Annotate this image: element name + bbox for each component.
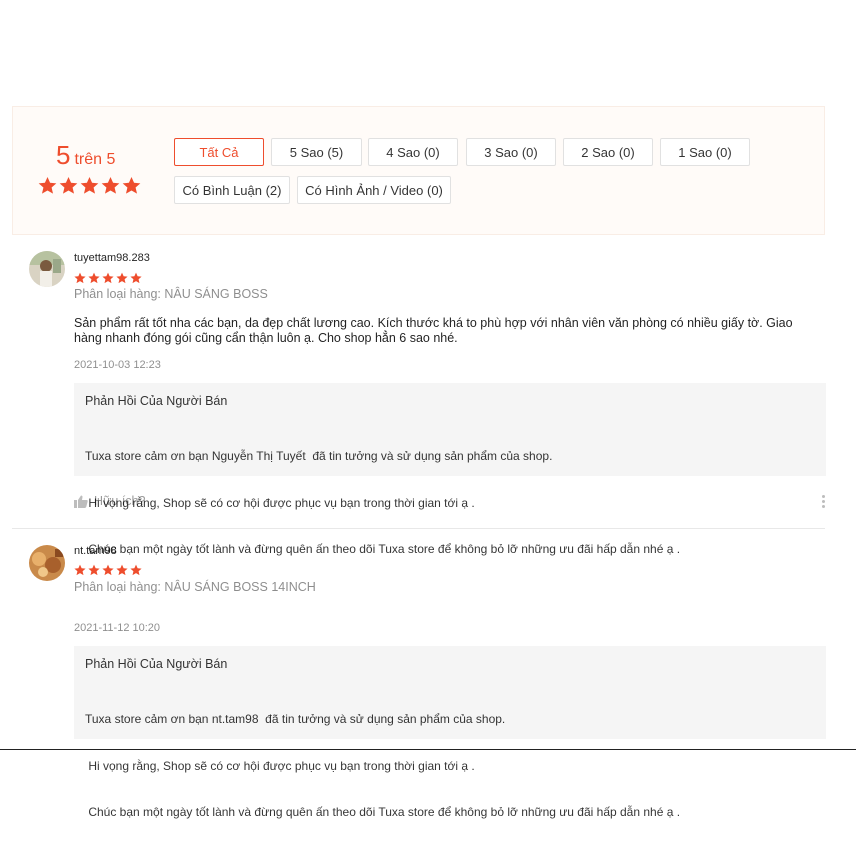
filter-3-star-button[interactable]: 3 Sao (0) [466, 138, 556, 166]
seller-reply-line: Hi vọng rằng, Shop sẽ có cơ hội được phụ… [85, 495, 475, 510]
seller-reply-line: Tuxa store cảm ơn bạn Nguyễn Thị Tuyết đ… [85, 449, 553, 463]
star-icon [101, 176, 120, 194]
star-icon [130, 272, 142, 284]
filter-4-star-button[interactable]: 4 Sao (0) [368, 138, 458, 166]
filter-1-star-button[interactable]: 1 Sao (0) [660, 138, 750, 166]
star-icon [102, 272, 114, 284]
filter-all-button[interactable]: Tất Cả [174, 138, 264, 166]
filter-2-star-button[interactable]: 2 Sao (0) [563, 138, 653, 166]
star-icon [122, 176, 141, 194]
review-content-line: hàng nhanh đóng gói cũng cẩn thận luôn ạ… [74, 331, 458, 345]
star-icon [88, 272, 100, 284]
seller-reply: Phản Hồi Của Người Bán Tuxa store cảm ơn… [74, 383, 826, 556]
seller-reply-title: Phản Hồi Của Người Bán [85, 394, 228, 408]
reviewer-username[interactable]: nt.tam98 [74, 545, 117, 557]
seller-reply-line: Hi vọng rằng, Shop sẽ có cơ hội được phụ… [85, 758, 475, 773]
helpful-label: Hữu ích? [94, 494, 146, 508]
rating-score-out-of: trên 5 [74, 151, 116, 168]
seller-reply-body: Tuxa store cảm ơn bạn nt.tam98 đã tin tư… [85, 681, 680, 852]
star-icon [38, 176, 57, 194]
page-bottom-border [0, 749, 856, 750]
review-stars [74, 272, 142, 284]
seller-reply-line: Chúc bạn một ngày tốt lành và đừng quên … [85, 805, 681, 819]
avatar-image [29, 545, 65, 581]
rating-summary-stars [38, 176, 141, 195]
star-icon [74, 272, 86, 284]
filter-5-star-button[interactable]: 5 Sao (5) [271, 138, 362, 166]
thumbs-up-icon [74, 495, 88, 508]
seller-reply-line: Tuxa store cảm ơn bạn nt.tam98 đã tin tư… [85, 712, 506, 726]
rating-score-value: 5 [56, 140, 71, 170]
avatar[interactable] [29, 545, 65, 581]
review-content-line: Sản phẩm rất tốt nha các bạn, da đẹp chấ… [74, 316, 793, 330]
filter-with-comment-button[interactable]: Có Bình Luận (2) [174, 176, 290, 204]
product-ratings-section: 5 trên 5 Tất Cả 5 Sao (5) 4 Sao (0) 3 Sao… [0, 0, 856, 856]
helpful-button[interactable]: Hữu ích? [74, 494, 145, 508]
star-icon [130, 564, 142, 576]
avatar-image [29, 251, 65, 287]
rating-score: 5 trên 5 [56, 140, 115, 171]
review-stars [74, 564, 142, 576]
review-time: 2021-11-12 10:20 [74, 622, 161, 634]
star-icon [102, 564, 114, 576]
seller-reply-title: Phản Hồi Của Người Bán [85, 657, 228, 671]
star-icon [80, 176, 99, 194]
avatar[interactable] [29, 251, 65, 287]
review-time: 2021-10-03 12:23 [74, 359, 161, 371]
filter-with-media-button[interactable]: Có Hình Ảnh / Video (0) [297, 176, 451, 204]
star-icon [116, 272, 128, 284]
review-content: Sản phẩm rất tốt nha các bạn, da đẹp chấ… [74, 316, 814, 346]
review-divider [12, 528, 825, 529]
review-variation: Phân loại hàng: NÂU SÁNG BOSS [74, 287, 268, 301]
star-icon [88, 564, 100, 576]
more-vertical-icon[interactable] [822, 495, 826, 508]
star-icon [59, 176, 78, 194]
rating-summary-box [12, 106, 825, 235]
seller-reply: Phản Hồi Của Người Bán Tuxa store cảm ơn… [74, 646, 826, 819]
seller-reply-line: Chúc bạn một ngày tốt lành và đừng quên … [85, 542, 681, 556]
seller-reply-body: Tuxa store cảm ơn bạn Nguyễn Thị Tuyết đ… [85, 418, 680, 589]
review-variation: Phân loại hàng: NÂU SÁNG BOSS 14INCH [74, 580, 316, 594]
star-icon [116, 564, 128, 576]
star-icon [74, 564, 86, 576]
reviewer-username[interactable]: tuyettam98.283 [74, 252, 150, 264]
